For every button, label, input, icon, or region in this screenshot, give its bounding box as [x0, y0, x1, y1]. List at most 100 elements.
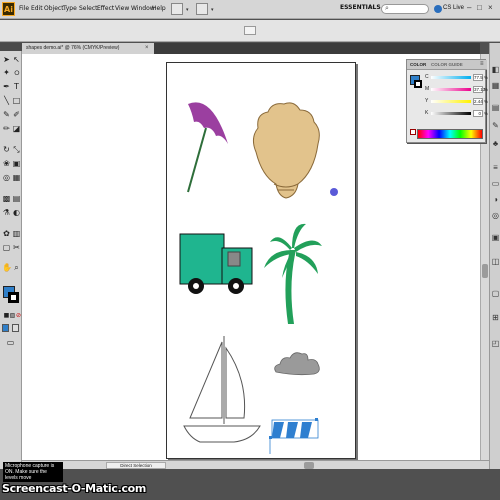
- hand-tool-icon[interactable]: ✋: [2, 263, 12, 272]
- mesh-tool-icon[interactable]: ▩: [2, 194, 11, 203]
- workspace-switcher[interactable]: ESSENTIALS: [340, 4, 381, 11]
- symbol-sprayer-tool-icon[interactable]: ✿: [2, 229, 11, 238]
- sailboat-artwork[interactable]: [182, 334, 262, 446]
- control-bar: [0, 20, 500, 42]
- tab-color[interactable]: COLOR: [410, 62, 426, 67]
- search-input[interactable]: ⌕: [381, 4, 429, 14]
- perspective-grid-tool-icon[interactable]: ▦: [12, 173, 21, 182]
- color-guide-icon[interactable]: ▦: [491, 81, 500, 90]
- channel-value-c[interactable]: 77.5: [473, 74, 483, 81]
- magic-wand-tool-icon[interactable]: ✦: [2, 68, 11, 77]
- free-transform-tool-icon[interactable]: ▣: [12, 159, 21, 168]
- panel-stroke-swatch[interactable]: [414, 80, 422, 88]
- menu-file[interactable]: File: [19, 5, 29, 12]
- channel-unit-m: %: [484, 87, 489, 92]
- blend-tool-icon[interactable]: ◐: [12, 208, 21, 217]
- color-spectrum-bar[interactable]: [417, 129, 483, 139]
- channel-slider-c[interactable]: [431, 76, 471, 79]
- layout-dropdown-icon[interactable]: ▾: [211, 7, 214, 13]
- vertical-scroll-thumb[interactable]: [482, 264, 488, 278]
- layers-icon[interactable]: ◫: [491, 257, 500, 266]
- line-tool-icon[interactable]: ╲: [2, 96, 11, 105]
- panel-menu-icon[interactable]: ≡: [480, 61, 484, 67]
- arrange-documents-icon[interactable]: [196, 3, 208, 15]
- horizontal-scroll-thumb[interactable]: [304, 462, 314, 469]
- shape-builder-tool-icon[interactable]: ◎: [2, 173, 11, 182]
- align-icon[interactable]: ⊞: [491, 313, 500, 322]
- menu-type[interactable]: Type: [63, 5, 77, 12]
- rectangle-tool-icon[interactable]: □: [12, 96, 21, 105]
- shell-artwork[interactable]: [250, 100, 322, 200]
- channel-label-k: K: [425, 110, 429, 116]
- stroke-color-swatch[interactable]: [8, 292, 19, 303]
- column-graph-tool-icon[interactable]: ▥: [12, 229, 21, 238]
- close-window-button[interactable]: ×: [488, 3, 493, 12]
- channel-slider-k[interactable]: [431, 112, 471, 115]
- stroke-icon[interactable]: ≡: [491, 163, 500, 172]
- tab-color-guide[interactable]: COLOR GUIDE: [431, 62, 463, 67]
- workspace-dropdown-icon[interactable]: ▾: [370, 5, 373, 11]
- selection-tool-icon[interactable]: ➤: [2, 55, 11, 64]
- graphic-styles-icon[interactable]: ▣: [491, 233, 500, 242]
- document-tab[interactable]: shapes demo.ai* @ 76% (CMYK/Preview) ×: [22, 43, 154, 54]
- menu-effect[interactable]: Effect: [97, 5, 114, 12]
- pen-tool-icon[interactable]: ✒: [2, 82, 11, 91]
- rotate-tool-icon[interactable]: ↻: [2, 145, 11, 154]
- palm-tree-artwork[interactable]: [262, 220, 326, 328]
- eraser-tool-icon[interactable]: ◪: [12, 124, 21, 133]
- swatches-icon[interactable]: ▤: [491, 103, 500, 112]
- warp-tool-icon[interactable]: ❀: [2, 159, 11, 168]
- maximize-button[interactable]: □: [477, 3, 482, 12]
- paintbrush-tool-icon[interactable]: ✎: [2, 110, 11, 119]
- umbrella-artwork[interactable]: [182, 98, 234, 194]
- direct-selection-tool-icon[interactable]: ↖: [12, 55, 21, 64]
- screen-mode-icon[interactable]: ▭: [6, 338, 15, 347]
- lasso-tool-icon[interactable]: ഠ: [12, 68, 21, 77]
- tools-panel: ➤ ↖ ✦ ഠ ✒ T ╲ □ ✎ ✐ ✏ ◪ ↻ ⤡ ❀ ▣ ◎ ▦ ▩ ▤ …: [0, 43, 22, 486]
- illustrator-logo: Ai: [2, 2, 15, 16]
- artboards-icon[interactable]: ▢: [491, 289, 500, 298]
- zoom-tool-icon[interactable]: ⌕: [12, 263, 21, 272]
- symbols-icon[interactable]: ♣: [491, 139, 500, 148]
- truck-artwork[interactable]: [178, 230, 256, 300]
- current-tool-field[interactable]: Direct Selection: [106, 462, 166, 469]
- color-panel-icon[interactable]: ◧: [491, 65, 500, 74]
- pathfinder-icon[interactable]: ◰: [491, 339, 500, 348]
- menu-select[interactable]: Select: [79, 5, 98, 12]
- menu-view[interactable]: View: [115, 5, 129, 12]
- eyedropper-tool-icon[interactable]: ⚗: [2, 208, 11, 217]
- blob-brush-tool-icon[interactable]: ✏: [2, 124, 11, 133]
- striped-canopy-artwork[interactable]: [268, 416, 322, 456]
- scale-tool-icon[interactable]: ⤡: [12, 145, 21, 154]
- type-tool-icon[interactable]: T: [12, 82, 21, 91]
- gradient-tool-icon[interactable]: ▤: [12, 194, 21, 203]
- minimize-button[interactable]: –: [467, 3, 471, 12]
- channel-slider-y[interactable]: [431, 100, 471, 103]
- search-icon: ⌕: [385, 5, 389, 12]
- cloud-artwork[interactable]: [272, 350, 322, 378]
- draw-normal-icon[interactable]: [2, 324, 9, 332]
- bridge-icon[interactable]: [171, 3, 183, 15]
- none-swatch-icon[interactable]: [410, 129, 416, 135]
- tools-panel-grip[interactable]: [0, 43, 22, 51]
- menu-help[interactable]: Help: [152, 5, 166, 12]
- slice-tool-icon[interactable]: ✂: [12, 243, 21, 252]
- close-tab-icon[interactable]: ×: [145, 43, 149, 54]
- artboard-tool-icon[interactable]: ▢: [2, 243, 11, 252]
- pencil-tool-icon[interactable]: ✐: [12, 110, 21, 119]
- channel-value-m[interactable]: 37.13: [473, 86, 485, 93]
- channel-value-k[interactable]: 0: [473, 110, 483, 117]
- cs-live-button[interactable]: CS Live: [443, 5, 464, 11]
- brushes-icon[interactable]: ✎: [491, 121, 500, 130]
- arrange-dropdown-icon[interactable]: ▾: [186, 7, 189, 13]
- channel-value-y[interactable]: 2.44: [473, 98, 483, 105]
- draw-behind-icon[interactable]: [12, 324, 19, 332]
- appearance-icon[interactable]: ◎: [491, 211, 500, 220]
- control-bar-field[interactable]: [244, 26, 256, 35]
- channel-slider-m[interactable]: [431, 88, 471, 91]
- menu-bar: Ai File Edit Object Type Select Effect V…: [0, 0, 500, 19]
- transparency-icon[interactable]: ◑: [491, 195, 500, 204]
- menu-edit[interactable]: Edit: [31, 5, 43, 12]
- menu-object[interactable]: Object: [44, 5, 64, 12]
- gradient-icon[interactable]: ▭: [491, 179, 500, 188]
